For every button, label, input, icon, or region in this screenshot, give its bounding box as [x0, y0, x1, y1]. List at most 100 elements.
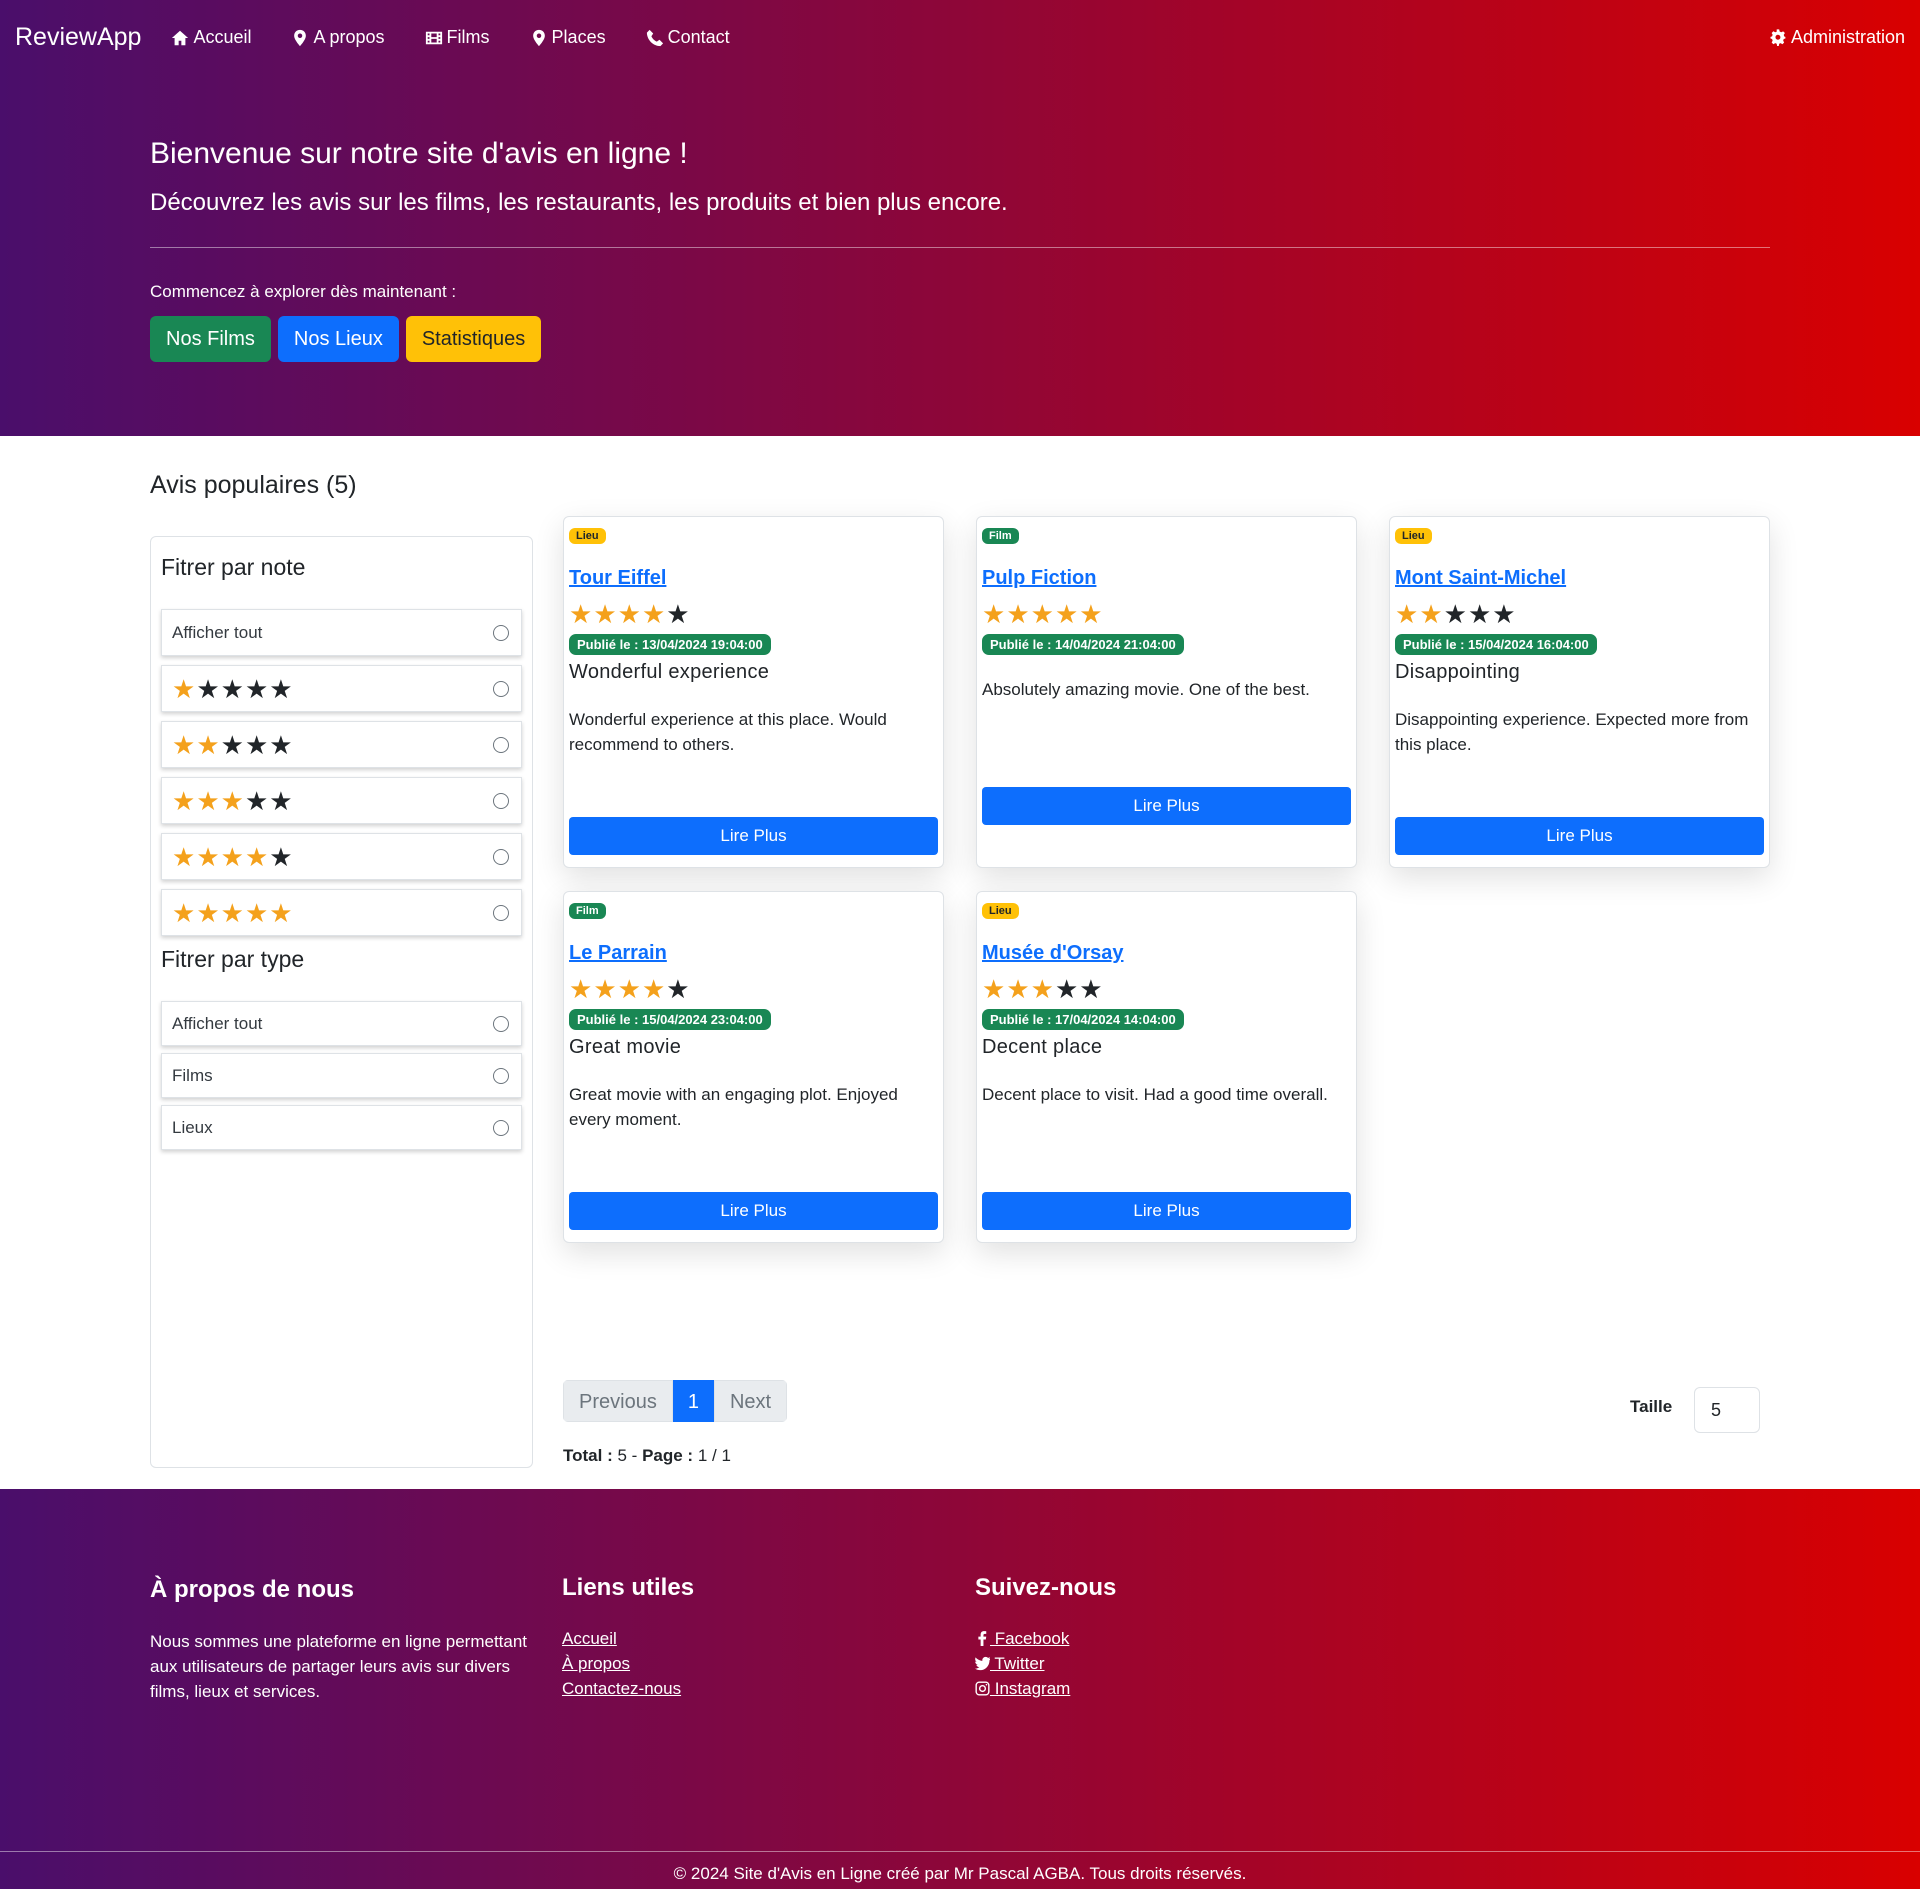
nav-label: Films — [446, 27, 490, 47]
filter-note-2[interactable]: ★★★★★ — [161, 721, 522, 768]
total-label: Total : — [563, 1446, 613, 1465]
total-value: 5 — [617, 1446, 627, 1465]
filter-note-all[interactable]: Afficher tout — [161, 609, 522, 656]
nav-a-propos[interactable]: A propos — [291, 27, 385, 48]
instagram-link[interactable]: Instagram — [975, 1676, 1116, 1701]
twitter-icon — [975, 1656, 991, 1671]
card-text: Disappointing experience. Expected more … — [1395, 710, 1749, 754]
nav-label: Places — [551, 27, 606, 47]
radio-button[interactable] — [493, 792, 509, 809]
card-subtitle: Disappointing — [1395, 661, 1521, 683]
footer-link-a-propos[interactable]: À propos — [562, 1651, 694, 1676]
gear-icon — [1770, 28, 1786, 46]
star-empty-icon: ★ — [1079, 974, 1104, 1004]
filter-type-lieux[interactable]: Lieux — [161, 1105, 522, 1150]
star-filled-icon: ★ — [593, 974, 618, 1004]
star-rating: ★★★★★ — [172, 732, 294, 758]
type-badge: Lieu — [982, 903, 1019, 919]
star-rating: ★★★★★ — [569, 601, 691, 627]
film-icon — [425, 31, 442, 44]
card-title-link[interactable]: Pulp Fiction — [982, 567, 1096, 590]
star-empty-icon: ★ — [666, 974, 691, 1004]
star-rating: ★★★★★ — [982, 976, 1104, 1002]
filter-note-3[interactable]: ★★★★★ — [161, 777, 522, 824]
footer-about-text: Nous sommes une plateforme en ligne perm… — [150, 1632, 528, 1701]
star-rating: ★★★★★ — [569, 976, 691, 1002]
card-title-link[interactable]: Le Parrain — [569, 942, 667, 965]
star-filled-icon: ★ — [641, 974, 667, 1004]
footer-link-contact[interactable]: Contactez-nous — [562, 1676, 694, 1701]
card-text: Absolutely amazing movie. One of the bes… — [982, 680, 1310, 699]
separator: - — [631, 1446, 638, 1465]
filter-label: Lieux — [172, 1117, 213, 1137]
card-title-link[interactable]: Mont Saint-Michel — [1395, 567, 1566, 590]
star-empty-icon: ★ — [220, 729, 245, 760]
radio-button[interactable] — [493, 624, 509, 641]
card-title-link[interactable]: Musée d'Orsay — [982, 942, 1123, 965]
filter-type-all[interactable]: Afficher tout — [161, 1001, 522, 1046]
card-subtitle: Great movie — [569, 1036, 682, 1058]
hero-cta-text: Commencez à explorer dès maintenant : — [150, 282, 457, 301]
star-rating: ★★★★★ — [172, 900, 294, 926]
nav-accueil[interactable]: Accueil — [171, 27, 251, 48]
card-title-link[interactable]: Tour Eiffel — [569, 567, 666, 590]
filter-note-5[interactable]: ★★★★★ — [161, 889, 522, 936]
read-more-button[interactable]: Lire Plus — [569, 817, 938, 855]
total-info: Total : 5 - Page : 1 / 1 — [563, 1446, 731, 1466]
twitter-link[interactable]: Twitter — [975, 1651, 1116, 1676]
star-filled-icon: ★ — [196, 897, 221, 928]
star-filled-icon: ★ — [172, 729, 197, 760]
filter-label: Films — [172, 1065, 213, 1085]
pagination-bottom: Previous 1 Next — [563, 1380, 788, 1422]
read-more-button[interactable]: Lire Plus — [569, 1192, 938, 1230]
footer-link-accueil[interactable]: Accueil — [562, 1626, 694, 1651]
filter-note-4[interactable]: ★★★★★ — [161, 833, 522, 880]
stats-button[interactable]: Statistiques — [405, 316, 542, 362]
lieux-button[interactable]: Nos Lieux — [277, 316, 399, 362]
star-filled-icon: ★ — [1054, 599, 1080, 629]
radio-button[interactable] — [493, 1119, 509, 1136]
hero-buttons: Nos Films Nos Lieux Statistiques — [150, 316, 1770, 362]
radio-button[interactable] — [493, 1067, 509, 1084]
radio-button[interactable] — [493, 848, 509, 865]
read-more-button[interactable]: Lire Plus — [1395, 817, 1764, 855]
star-empty-icon: ★ — [1492, 599, 1517, 629]
radio-button[interactable] — [493, 680, 509, 697]
facebook-link[interactable]: Facebook — [975, 1626, 1116, 1651]
star-filled-icon: ★ — [569, 974, 594, 1004]
top-section: ReviewApp Accueil A propos Films Places … — [0, 0, 1920, 436]
radio-button[interactable] — [493, 736, 509, 753]
brand-logo[interactable]: ReviewApp — [15, 23, 141, 52]
read-more-button[interactable]: Lire Plus — [982, 787, 1351, 825]
map-marker-icon — [294, 29, 307, 46]
nav-places[interactable]: Places — [530, 27, 606, 48]
facebook-icon — [978, 1631, 987, 1646]
nav-films[interactable]: Films — [425, 27, 490, 48]
star-filled-icon: ★ — [196, 785, 221, 816]
filter-note-1[interactable]: ★★★★★ — [161, 665, 522, 712]
star-filled-icon: ★ — [1006, 599, 1031, 629]
pagination-page[interactable]: 1 — [672, 1380, 714, 1422]
star-filled-icon: ★ — [617, 599, 642, 629]
star-empty-icon: ★ — [244, 673, 270, 704]
star-filled-icon: ★ — [1030, 974, 1055, 1004]
pagination-next[interactable]: Next — [713, 1380, 788, 1422]
type-badge: Film — [569, 903, 606, 919]
date-badge: Publié le : 15/04/2024 16:04:00 — [1395, 634, 1597, 655]
card-text: Wonderful experience at this place. Woul… — [569, 710, 887, 754]
star-empty-icon: ★ — [220, 673, 245, 704]
star-empty-icon: ★ — [244, 785, 270, 816]
films-button[interactable]: Nos Films — [150, 316, 271, 362]
card-text: Great movie with an engaging plot. Enjoy… — [569, 1085, 898, 1129]
pagination-previous[interactable]: Previous — [563, 1380, 673, 1422]
taille-input[interactable]: 5 — [1694, 1387, 1760, 1433]
star-rating: ★★★★★ — [172, 788, 294, 814]
footer-about-title: À propos de nous — [150, 1576, 354, 1603]
nav-administration[interactable]: Administration — [1769, 0, 1905, 75]
radio-button[interactable] — [493, 904, 509, 921]
filter-type-films[interactable]: Films — [161, 1053, 522, 1098]
nav-contact[interactable]: Contact — [646, 27, 730, 48]
star-empty-icon: ★ — [269, 729, 294, 760]
read-more-button[interactable]: Lire Plus — [982, 1192, 1351, 1230]
radio-button[interactable] — [493, 1015, 509, 1032]
